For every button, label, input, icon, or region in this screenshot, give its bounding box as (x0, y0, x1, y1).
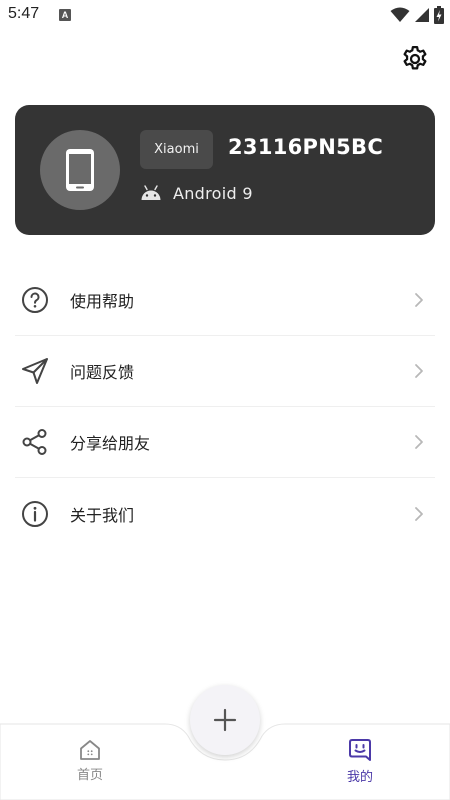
chevron-right-icon (415, 506, 423, 521)
notification-badge: A (59, 9, 71, 21)
plus-icon (213, 708, 237, 732)
gear-icon (403, 46, 427, 70)
menu-list: 使用帮助 问题反馈 分享给朋友 关于我们 (15, 265, 435, 549)
menu-item-label: 分享给朋友 (70, 434, 151, 453)
settings-button[interactable] (400, 44, 430, 74)
device-card: Xiaomi 23116PN5BC Android 9 (15, 105, 435, 235)
tab-label: 我的 (346, 770, 373, 785)
menu-item-feedback[interactable]: 问题反馈 (15, 336, 435, 407)
menu-item-share[interactable]: 分享给朋友 (15, 407, 435, 478)
os-row: Android 9 (140, 182, 253, 204)
menu-item-label: 关于我们 (70, 505, 135, 525)
status-time: 5:47 (8, 5, 40, 22)
chevron-right-icon (415, 364, 423, 378)
tab-home[interactable]: 首页 (60, 738, 120, 788)
menu-item-help[interactable]: 使用帮助 (15, 265, 435, 336)
chevron-right-icon (415, 435, 423, 449)
menu-item-about[interactable]: 关于我们 (15, 478, 435, 549)
smiley-chat-icon (349, 739, 371, 761)
phone-icon (66, 149, 94, 191)
share-icon (20, 427, 50, 457)
menu-item-label: 使用帮助 (70, 292, 135, 311)
status-icons (390, 6, 444, 24)
info-icon (20, 499, 50, 529)
tab-label: 首页 (76, 768, 103, 783)
brand-chip: Xiaomi (140, 130, 213, 169)
add-button[interactable] (190, 685, 260, 755)
android-icon (140, 182, 162, 204)
home-icon (80, 740, 100, 760)
device-avatar (40, 130, 120, 210)
battery-charging-icon (434, 6, 444, 24)
chevron-right-icon (415, 293, 423, 307)
signal-icon (415, 8, 429, 22)
tab-mine[interactable]: 我的 (330, 738, 390, 788)
device-model: 23116PN5BC (228, 135, 384, 159)
os-version: Android 9 (173, 183, 253, 203)
wifi-icon (390, 7, 410, 22)
menu-item-label: 问题反馈 (70, 363, 135, 382)
status-bar: 5:47 A (0, 0, 450, 30)
help-circle-icon (20, 285, 50, 315)
send-icon (20, 356, 50, 386)
